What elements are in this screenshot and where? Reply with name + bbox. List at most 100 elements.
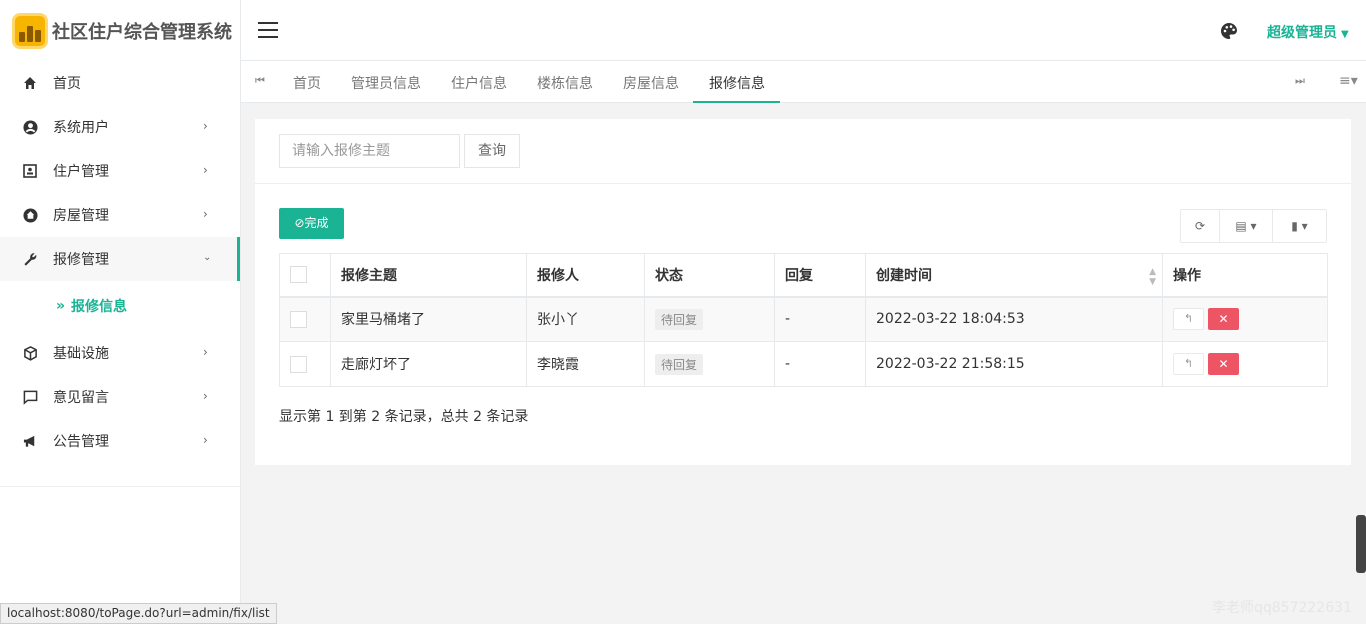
sidebar-subitem-repair-info[interactable]: » 报修信息 <box>0 281 240 331</box>
palette-icon[interactable] <box>1220 22 1238 40</box>
wrench-icon <box>22 251 38 267</box>
complete-button[interactable]: ⊘完成 <box>279 208 344 239</box>
sidebar-item-repair[interactable]: 报修管理 ⌄ <box>0 237 240 281</box>
chevron-right-icon: › <box>203 207 208 221</box>
tab-house-info[interactable]: 房屋信息 <box>623 73 679 93</box>
cell-reply: - <box>774 341 866 387</box>
sidebar-item-residents[interactable]: 住户管理 › <box>0 149 240 193</box>
tab-bar: ⏮ 首页 管理员信息 住户信息 楼栋信息 房屋信息 报修信息 ⏭ ≡▾ <box>241 61 1366 103</box>
sidebar-item-label: 系统用户 <box>53 120 109 136</box>
table-header-row: 报修主题 报修人 状态 回复 创建时间 ▲ ▼ 操作 <box>279 253 1328 298</box>
sidebar-item-home[interactable]: 首页 <box>0 61 240 105</box>
tab-options-icon[interactable]: ≡▾ <box>1339 73 1358 89</box>
sidebar-item-label: 房屋管理 <box>53 208 109 224</box>
search-button[interactable]: 查询 <box>464 134 520 168</box>
user-name: 超级管理员 <box>1267 25 1337 41</box>
col-created-time-label: 创建时间 <box>876 267 932 284</box>
row-select-cell <box>279 341 331 387</box>
select-all-checkbox[interactable] <box>290 266 307 284</box>
repair-table: 报修主题 报修人 状态 回复 创建时间 ▲ ▼ 操作 家里马桶堵了 张小丫 待回复 <box>279 253 1328 387</box>
status-badge: 待回复 <box>655 353 704 375</box>
tab-building-info[interactable]: 楼栋信息 <box>537 73 593 93</box>
status-bar-url: localhost:8080/toPage.do?url=admin/fix/l… <box>0 603 277 624</box>
refresh-button[interactable]: ⟳ <box>1181 210 1220 242</box>
caret-down-icon: ▼ <box>1341 29 1349 40</box>
col-created-time[interactable]: 创建时间 ▲ ▼ <box>865 253 1163 298</box>
delete-button[interactable]: ✕ <box>1208 308 1239 331</box>
close-icon: ✕ <box>1218 312 1229 327</box>
side-widget[interactable] <box>1356 515 1366 573</box>
sidebar-item-feedback[interactable]: 意见留言 › <box>0 375 240 419</box>
sidebar-item-housing[interactable]: 房屋管理 › <box>0 193 240 237</box>
reply-button[interactable]: ↰ <box>1173 308 1204 331</box>
chevron-right-icon: › <box>203 345 208 359</box>
close-icon: ✕ <box>1218 357 1229 371</box>
cell-actions: ↰ ✕ <box>1162 341 1328 387</box>
sort-icon: ▲ ▼ <box>1149 267 1156 287</box>
file-icon: ▮ ▾ <box>1291 219 1308 233</box>
tab-scroll-right-icon[interactable]: ⏭ <box>1295 74 1305 88</box>
cube-icon <box>22 345 38 361</box>
sidebar-item-announcements[interactable]: 公告管理 › <box>0 419 240 463</box>
content-panel: 请输入报修主题 查询 ⊘完成 ⟳ ▤ ▾ ▮ ▾ 报修主题 报修人 状态 回复 … <box>255 119 1351 465</box>
sidebar-item-system-users[interactable]: 系统用户 › <box>0 105 240 149</box>
cell-reply: - <box>774 296 866 342</box>
cell-actions: ↰ ✕ <box>1162 296 1328 342</box>
sidebar-item-facilities[interactable]: 基础设施 › <box>0 331 240 375</box>
chevron-right-icon: › <box>203 433 208 447</box>
tab-repair-info[interactable]: 报修信息 <box>709 73 765 93</box>
cell-time: 2022-03-22 18:04:53 <box>865 296 1163 342</box>
tab-home[interactable]: 首页 <box>293 73 321 93</box>
sidebar-item-label: 意见留言 <box>53 390 109 406</box>
status-badge: 待回复 <box>655 308 704 330</box>
double-chevron-right-icon: » <box>56 298 66 314</box>
logo[interactable]: 社区住户综合管理系统 <box>0 0 240 61</box>
sidebar: 社区住户综合管理系统 首页 系统用户 › 住户管理 › 房屋管理 › 报修管理 … <box>0 0 241 624</box>
sidebar-item-label: 基础设施 <box>53 346 109 362</box>
house-icon <box>22 207 38 223</box>
sidebar-subitem-label: 报修信息 <box>71 299 128 315</box>
sidebar-item-label: 报修管理 <box>53 252 109 268</box>
check-circle-icon: ⊘ <box>294 216 305 230</box>
delete-button[interactable]: ✕ <box>1208 353 1239 375</box>
export-button[interactable]: ▮ ▾ <box>1273 210 1326 242</box>
row-checkbox[interactable] <box>290 310 307 328</box>
sidebar-item-label: 首页 <box>53 76 81 92</box>
col-person: 报修人 <box>526 253 645 298</box>
comment-icon <box>22 389 38 405</box>
home-icon <box>22 75 38 91</box>
complete-button-label: 完成 <box>304 216 329 230</box>
chevron-right-icon: › <box>203 119 208 133</box>
tab-scroll-left-icon[interactable]: ⏮ <box>255 74 265 88</box>
select-all-cell <box>279 253 331 298</box>
sidebar-divider <box>0 486 240 487</box>
refresh-icon: ⟳ <box>1194 219 1206 233</box>
app-title: 社区住户综合管理系统 <box>52 21 232 43</box>
row-checkbox[interactable] <box>290 355 307 373</box>
search-input[interactable]: 请输入报修主题 <box>279 134 460 168</box>
menu-toggle-icon[interactable] <box>258 22 278 38</box>
chevron-down-icon: ⌄ <box>203 252 212 263</box>
pagination-info: 显示第 1 到第 2 条记录，总共 2 条记录 <box>279 409 529 425</box>
cell-time: 2022-03-22 21:58:15 <box>865 341 1163 387</box>
col-status: 状态 <box>644 253 775 298</box>
cell-status: 待回复 <box>644 296 775 342</box>
columns-button[interactable]: ▤ ▾ <box>1220 210 1273 242</box>
table-toolbar: ⟳ ▤ ▾ ▮ ▾ <box>1180 209 1327 243</box>
active-tab-indicator <box>693 101 780 103</box>
tab-resident-info[interactable]: 住户信息 <box>451 73 507 93</box>
cell-subject: 家里马桶堵了 <box>330 296 527 342</box>
col-subject: 报修主题 <box>330 253 527 298</box>
cell-person: 李晓霞 <box>526 341 645 387</box>
row-select-cell <box>279 296 331 342</box>
tab-admin-info[interactable]: 管理员信息 <box>351 73 421 93</box>
user-menu[interactable]: 超级管理员 ▼ <box>1267 22 1349 42</box>
cell-status: 待回复 <box>644 341 775 387</box>
top-header: 超级管理员 ▼ <box>241 0 1366 61</box>
chevron-right-icon: › <box>203 389 208 403</box>
col-actions: 操作 <box>1162 253 1328 298</box>
reply-button[interactable]: ↰ <box>1173 353 1204 375</box>
chevron-right-icon: › <box>203 163 208 177</box>
table-row: 家里马桶堵了 张小丫 待回复 - 2022-03-22 18:04:53 ↰ ✕ <box>279 296 1328 342</box>
columns-icon: ▤ ▾ <box>1235 219 1257 233</box>
